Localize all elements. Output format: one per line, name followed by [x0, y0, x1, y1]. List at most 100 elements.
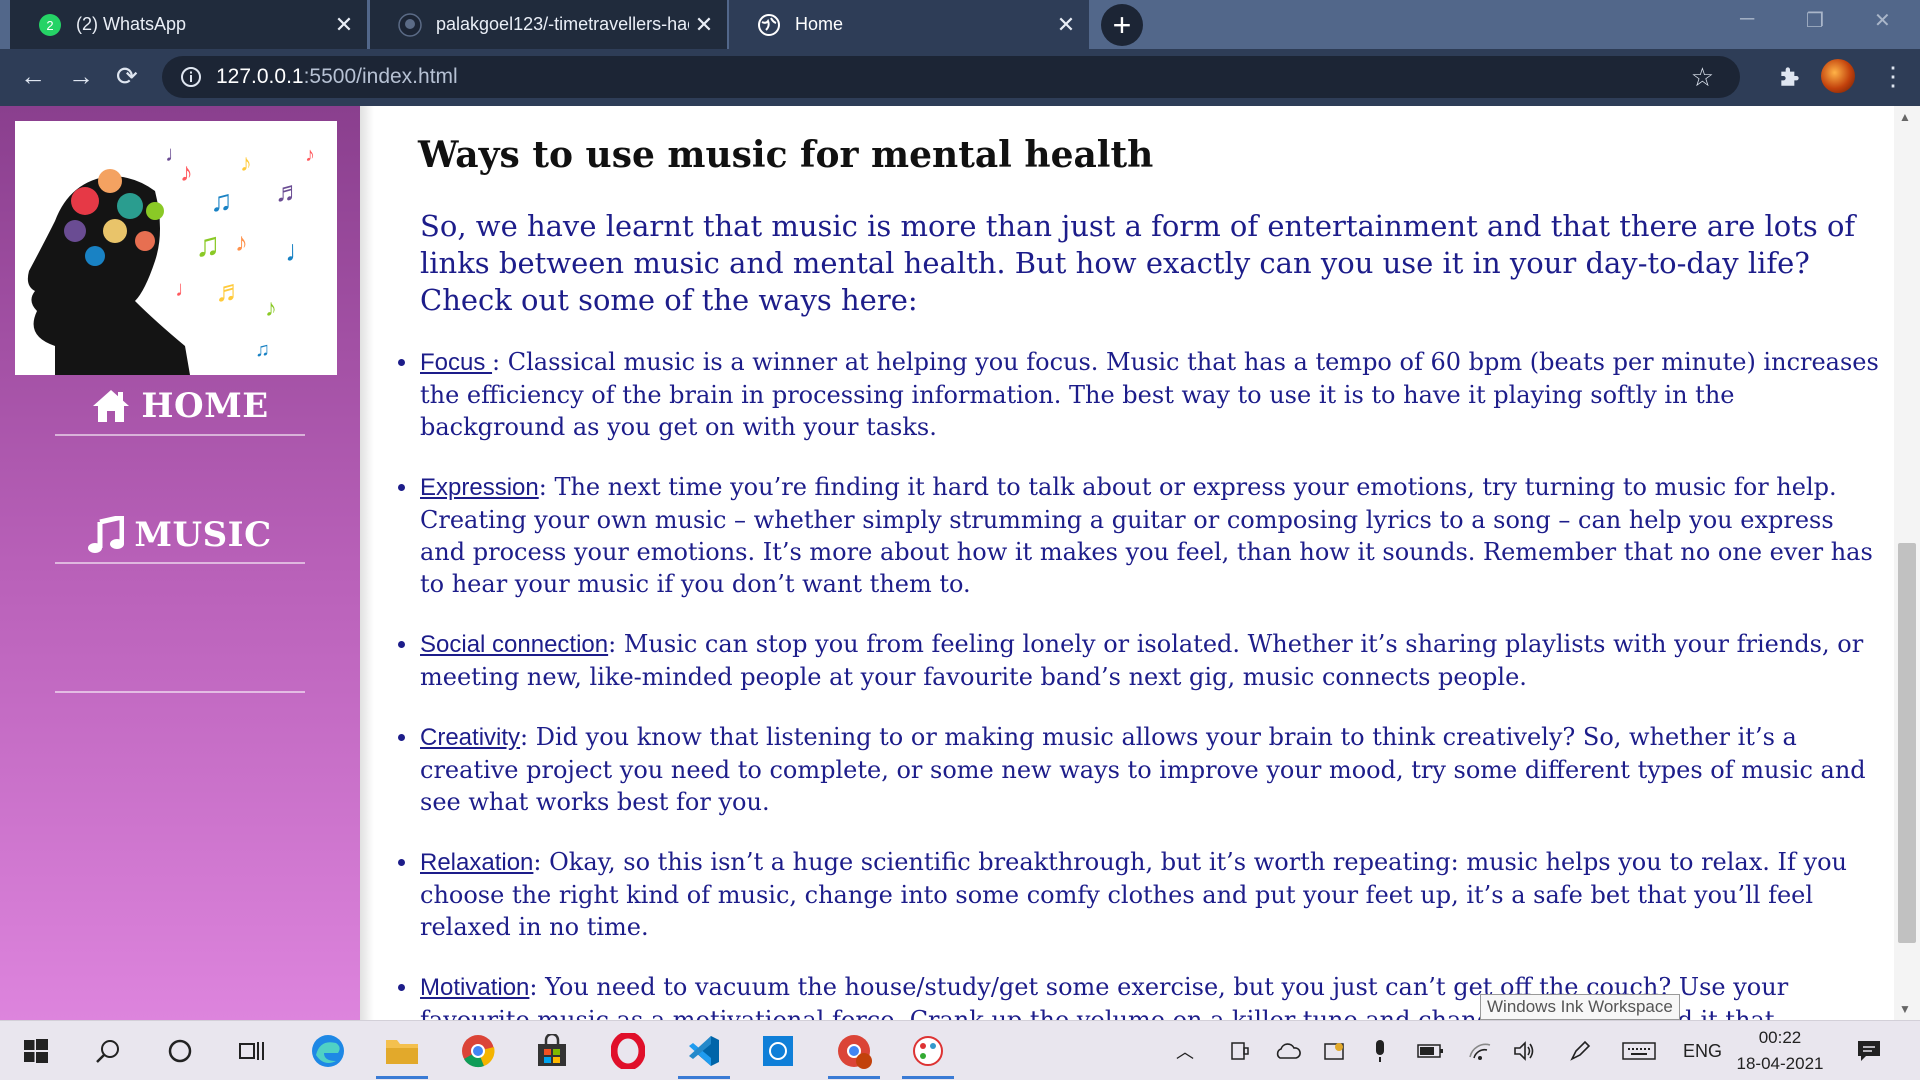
tab-home[interactable]: Home ✕ [729, 0, 1089, 49]
svg-text:♬: ♬ [275, 176, 303, 207]
forward-icon[interactable]: → [68, 61, 94, 91]
chrome-icon [462, 1035, 495, 1068]
chrome-profile-icon [838, 1035, 872, 1069]
tip-link[interactable]: Social connection [420, 631, 608, 658]
reload-icon[interactable]: ⟳ [116, 61, 138, 91]
tip-link[interactable]: Motivation [420, 974, 529, 1001]
url-path: :5500/index.html [303, 65, 458, 88]
tab-close-icon[interactable]: ✕ [1051, 12, 1081, 38]
sidebar-link-label: HOME [141, 386, 269, 426]
meet-now-icon[interactable] [1228, 1021, 1250, 1080]
microsoft-store-app[interactable] [520, 1021, 584, 1080]
scroll-down-arrow-icon[interactable]: ▼ [1899, 1002, 1911, 1016]
extensions-puzzle-icon[interactable] [1777, 63, 1803, 89]
address-bar[interactable]: 127.0.0.1:5500/index.html ☆ [162, 56, 1740, 98]
paint-icon [913, 1036, 943, 1066]
new-tab-button[interactable]: + [1101, 4, 1143, 46]
browser-toolbar: ← → ⟳ 127.0.0.1:5500/index.html ☆ ⋮ [0, 49, 1920, 106]
folder-icon [386, 1040, 418, 1064]
page-heading: Ways to use music for mental health [418, 134, 1154, 176]
back-icon[interactable]: ← [20, 61, 46, 91]
touch-keyboard-icon[interactable] [1622, 1021, 1656, 1080]
tip-link[interactable]: Creativity [420, 724, 520, 751]
input-language-indicator[interactable]: ENG [1683, 1021, 1722, 1080]
ink-workspace-tooltip: Windows Ink Workspace [1480, 994, 1680, 1020]
tip-link[interactable]: Expression [420, 474, 539, 501]
taskbar: ︿ ENG 00:22 18-04-2021 [0, 1020, 1920, 1080]
tip-text: : Classical music is a winner at helping… [420, 348, 1879, 441]
svg-text:♪: ♪ [265, 295, 277, 322]
microphone-icon[interactable] [1372, 1021, 1388, 1080]
svg-text:♪: ♪ [305, 144, 315, 166]
clock-time: 00:22 [1758, 1028, 1802, 1047]
svg-text:♩: ♩ [285, 235, 315, 268]
battery-icon[interactable] [1416, 1021, 1444, 1080]
cortana-button[interactable] [148, 1021, 212, 1080]
list-item: Expression: The next time you’re finding… [398, 471, 1880, 600]
volume-icon[interactable] [1512, 1021, 1536, 1080]
tip-text: : Did you know that listening to or maki… [420, 723, 1866, 816]
close-window-icon[interactable]: ✕ [1874, 8, 1891, 33]
windows-ink-pen-icon[interactable] [1568, 1021, 1592, 1080]
tab-whatsapp[interactable]: 2 (2) WhatsApp ✕ [10, 0, 367, 49]
blue-square-app[interactable] [746, 1021, 810, 1080]
content-edge-shadow [360, 106, 374, 1020]
store-bag-icon [538, 1034, 566, 1066]
list-item: Social connection: Music can stop you fr… [398, 628, 1880, 693]
sidebar: ♪ ♫ ♪ ♬ ♫ ♪ ♩ ♬ ♪ ♩ ♪ ♩ ♫ HOME MUSIC [0, 106, 360, 1020]
vscode-app[interactable] [672, 1021, 736, 1080]
globe-icon [758, 13, 780, 36]
tip-text: : Music can stop you from feeling lonely… [420, 630, 1864, 691]
action-center-icon[interactable] [1856, 1021, 1882, 1080]
list-item: Relaxation: Okay, so this isn’t a huge s… [398, 846, 1880, 943]
wifi-icon[interactable] [1468, 1021, 1492, 1080]
svg-text:♫: ♫ [210, 185, 233, 218]
start-button[interactable] [4, 1021, 68, 1080]
tray-overflow-icon[interactable]: ︿ [1176, 1021, 1194, 1080]
tip-link[interactable]: Relaxation [420, 849, 533, 876]
svg-text:♫: ♫ [255, 339, 270, 361]
music-head-logo-image: ♪ ♫ ♪ ♬ ♫ ♪ ♩ ♬ ♪ ♩ ♪ ♩ ♫ [27, 141, 315, 375]
tip-link[interactable]: Focus [420, 349, 492, 376]
svg-text:♬: ♬ [215, 275, 245, 308]
music-note-icon [88, 516, 125, 553]
site-logo: ♪ ♫ ♪ ♬ ♫ ♪ ♩ ♬ ♪ ♩ ♪ ♩ ♫ [15, 121, 337, 375]
chrome-profile-app[interactable] [822, 1021, 886, 1080]
chrome-app[interactable] [446, 1021, 510, 1080]
scrollbar-thumb[interactable] [1898, 543, 1916, 943]
edge-app[interactable] [296, 1021, 360, 1080]
tab-close-icon[interactable]: ✕ [689, 12, 719, 38]
bookmark-star-icon[interactable]: ☆ [1691, 62, 1714, 93]
onedrive-cloud-icon[interactable] [1274, 1021, 1302, 1080]
clock-date: 18-04-2021 [1736, 1054, 1824, 1073]
edge-icon [312, 1035, 344, 1067]
main-content: Ways to use music for mental health So, … [360, 106, 1894, 1020]
tab-close-icon[interactable]: ✕ [329, 12, 359, 38]
search-button[interactable] [76, 1021, 140, 1080]
minimize-icon[interactable]: ─ [1740, 8, 1754, 31]
tip-text: : The next time you’re finding it hard t… [420, 473, 1873, 598]
sidebar-link-music[interactable]: MUSIC [0, 505, 360, 565]
tab-title: (2) WhatsApp [76, 14, 187, 34]
svg-text:♩: ♩ [165, 141, 187, 166]
profile-avatar[interactable] [1821, 59, 1855, 93]
opera-app[interactable] [596, 1021, 660, 1080]
svg-text:2: 2 [46, 18, 53, 33]
site-info-icon[interactable] [180, 66, 202, 88]
security-icon[interactable] [1322, 1021, 1346, 1080]
cortana-circle-icon [168, 1039, 192, 1063]
taskbar-clock[interactable]: 00:22 18-04-2021 [1730, 1025, 1830, 1077]
home-icon [93, 390, 130, 422]
tip-text: : Okay, so this isn’t a huge scientific … [420, 848, 1847, 941]
task-view-button[interactable] [220, 1021, 284, 1080]
tab-github[interactable]: palakgoel123/-timetravellers-hac ✕ [370, 0, 727, 49]
app-square-icon [763, 1036, 793, 1066]
browser-menu-icon[interactable]: ⋮ [1880, 61, 1906, 91]
sidebar-link-label: MUSIC [134, 515, 272, 555]
sidebar-link-home[interactable]: HOME [0, 376, 360, 436]
scroll-up-arrow-icon[interactable]: ▲ [1899, 110, 1911, 124]
paint-app[interactable] [896, 1021, 960, 1080]
restore-icon[interactable]: ❐ [1806, 8, 1824, 33]
file-explorer-app[interactable] [370, 1021, 434, 1080]
intro-paragraph: So, we have learnt that music is more th… [420, 209, 1856, 317]
